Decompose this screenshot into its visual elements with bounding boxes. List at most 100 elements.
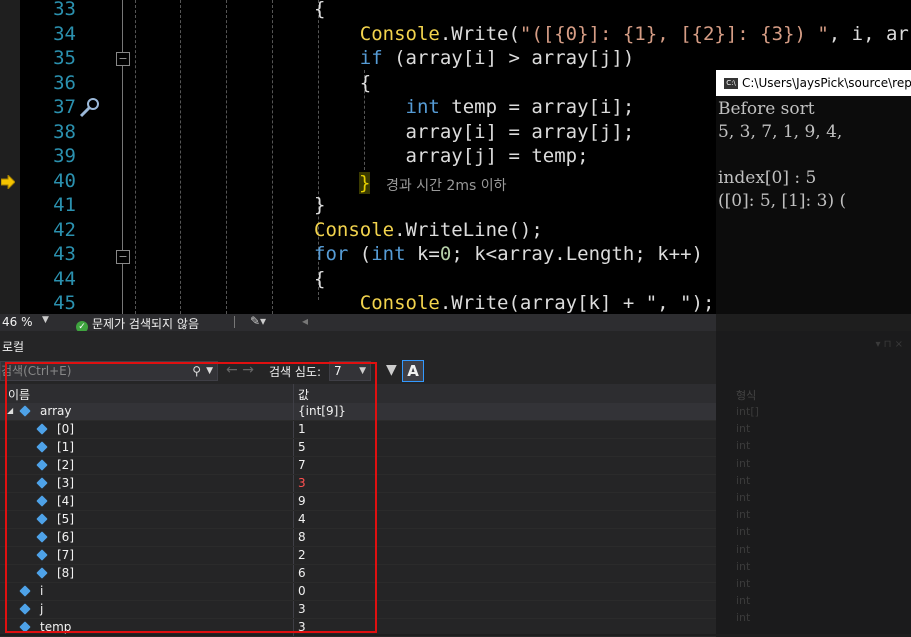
variable-value[interactable]: 4 [298,512,306,526]
view-as-text-button[interactable]: A [402,360,424,382]
console-titlebar[interactable]: C:\ C:\Users\JaysPick\source\rep [716,70,911,96]
console-line: 5, 3, 7, 1, 9, 4, [718,122,843,142]
variable-name: [0] [57,422,74,436]
line-number: 36 [53,71,76,94]
search-forward-icon[interactable]: → [242,362,254,378]
code-line: { [314,71,371,95]
locals-rows: ◢ array {int[9]} [0] 1 [1] 5 [2] 7 [3] 3 [4] 9 [5] 4 [6… [0,403,716,637]
search-icon[interactable]: ⚲ [192,362,201,380]
variable-value[interactable]: 5 [298,440,306,454]
grid-header: 이름 값 [0,384,716,403]
collapse-toggle-35[interactable]: − [116,52,130,66]
console-title: C:\Users\JaysPick\source\rep [742,76,911,90]
variable-value[interactable]: 3 [298,602,306,616]
variable-value[interactable]: {int[9]} [298,404,346,418]
console-line: ([0]: 5, [1]: 3) ( [718,191,847,211]
variable-name: temp [40,620,72,634]
column-splitter [293,403,294,420]
locals-row[interactable]: [8] 6 [0,565,716,583]
locals-row[interactable]: [2] 7 [0,457,716,475]
line-number: 38 [53,120,76,143]
type-cell: int [736,611,751,625]
field-cube-icon [36,477,48,489]
type-column-header: 형식 [736,389,757,402]
variable-value[interactable]: 6 [298,566,306,580]
code-line: array[j] = temp; [314,144,589,168]
column-splitter [293,565,294,582]
locals-row[interactable]: [1] 5 [0,439,716,457]
locals-row[interactable]: [0] 1 [0,421,716,439]
issues-text: 문제가 검색되지 않음 [92,317,199,331]
locals-row[interactable]: j3 [0,601,716,619]
locals-row[interactable]: temp 3 [0,619,716,637]
search-nav-arrows[interactable]: ← → [226,362,254,378]
search-input[interactable]: 검색(Ctrl+E) ⚲ ▼ [0,361,218,381]
expand-toggle-icon[interactable]: ◢ [7,406,13,415]
locals-row[interactable]: [4] 9 [0,493,716,511]
type-cell: int [736,473,751,487]
search-back-icon[interactable]: ← [226,362,238,378]
field-cube-icon [36,549,48,561]
search-depth-label: 검색 심도: [269,365,322,379]
outline-line [122,264,123,314]
code-token: k= [405,243,440,265]
zoom-level[interactable]: 46 % [2,315,33,329]
variable-value[interactable]: 2 [298,548,306,562]
variable-value[interactable]: 8 [298,530,306,544]
column-splitter[interactable] [293,384,294,403]
type-cell: int [736,456,751,470]
locals-row[interactable]: [5] 4 [0,511,716,529]
console-window[interactable]: C:\ C:\Users\JaysPick\source\rep Before s… [716,70,911,314]
column-splitter [293,493,294,510]
code-token: ( [348,243,372,265]
current-line-arrow-icon [0,173,16,191]
variable-name: [6] [57,530,74,544]
breakpoint-gutter[interactable] [0,0,20,314]
brush-icon[interactable]: ✎▾ [250,314,266,328]
chevron-down-icon: ▼ [359,366,366,376]
search-depth-select[interactable]: 7 ▼ [329,361,371,381]
type-cell: int [736,508,751,522]
line-number: 34 [53,22,76,45]
variable-value[interactable]: 9 [298,494,306,508]
locals-row[interactable]: ◢ array {int[9]} [0,403,716,421]
variable-name: j [40,602,44,616]
field-cube-icon [36,513,48,525]
code-token: { [314,267,326,290]
locals-row[interactable]: i0 [0,583,716,601]
screwdriver-icon[interactable] [78,97,100,119]
column-header-value[interactable]: 값 [298,386,309,403]
elapsed-time-hint[interactable]: 경과 시간 2ms 이하 [386,175,506,195]
column-header-name[interactable]: 이름 [8,386,30,403]
code-line: { [314,267,325,291]
collapse-toggle-43[interactable]: − [116,250,130,264]
scroll-left-icon[interactable]: ◂ [302,314,308,328]
code-token: "([{0}]: {1}, [{2}]: {3}) " [519,22,829,45]
field-cube-icon [36,441,48,453]
code-line: int temp = array[i]; [314,95,635,119]
code-token: Console [359,292,440,314]
field-cube-icon [36,459,48,471]
code-token: { [314,0,326,20]
indent-guide [135,0,136,314]
filter-icon[interactable]: ▼ [386,362,397,378]
type-cell: int[] [736,405,759,418]
locals-row[interactable]: [6] 8 [0,529,716,547]
locals-row[interactable]: [3] 3 [0,475,716,493]
locals-row[interactable]: [7] 2 [0,547,716,565]
variable-value[interactable]: 3 [298,476,306,490]
variable-value[interactable]: 1 [298,422,306,436]
variable-value[interactable]: 7 [298,458,306,472]
code-line: Console.Write("([{0}]: {1}, [{2}]: {3}) … [314,22,911,46]
console-line: index[0] : 5 [718,168,817,188]
zoom-dropdown-icon[interactable]: ▼ [42,315,49,325]
type-cell: int [736,542,751,556]
line-number: 40 [53,169,76,192]
code-line: Console.Write(array[k] + ", "); [314,291,715,314]
code-token: ; k<array.Length; k++) [451,243,703,265]
variable-value[interactable]: 0 [298,584,306,598]
search-options-dropdown-icon[interactable]: ▼ [206,362,213,380]
variable-value[interactable]: 3 [298,620,306,634]
